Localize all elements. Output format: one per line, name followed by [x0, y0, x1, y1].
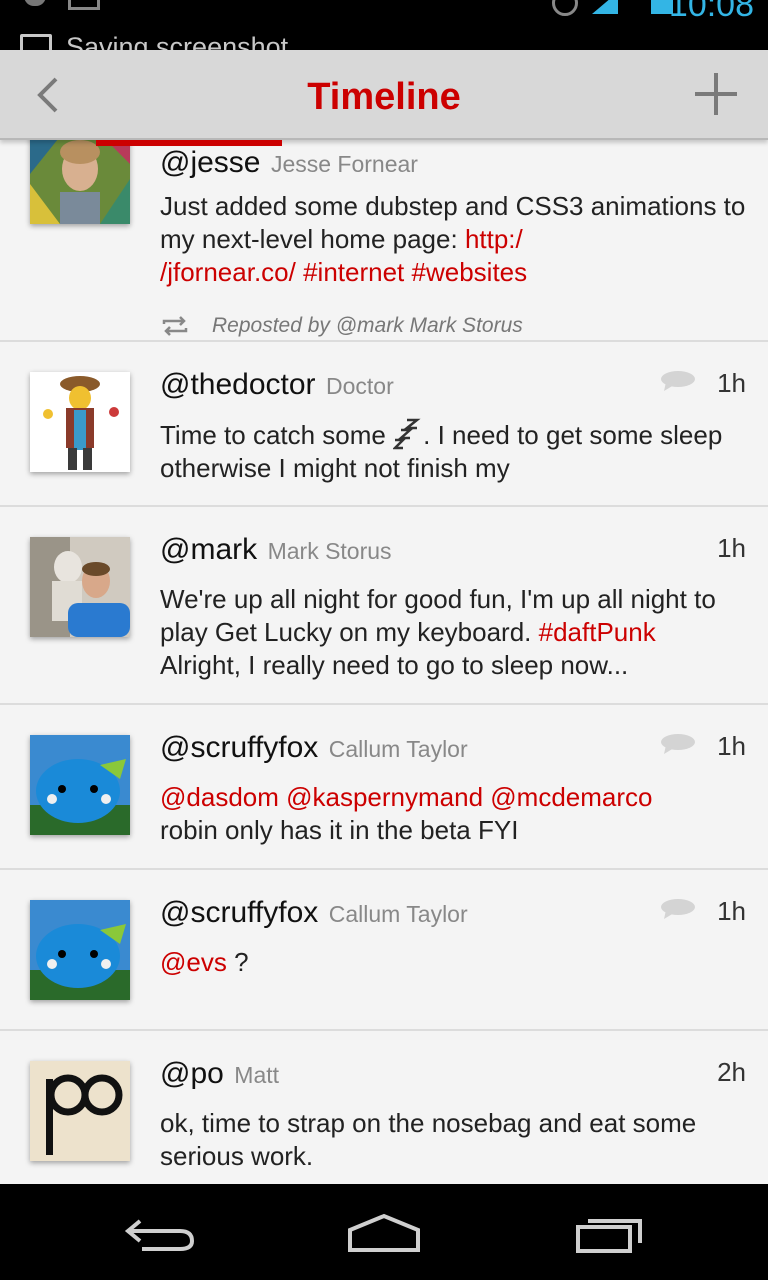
avatar-image-scruffyfox: [30, 735, 130, 835]
avatar[interactable]: [30, 1061, 130, 1161]
avatar[interactable]: [30, 735, 130, 835]
user-line: @jesse Jesse Fornear: [160, 146, 418, 180]
timestamp: 1h: [717, 533, 746, 563]
link-cont[interactable]: /jfornear.co/: [160, 257, 296, 287]
hashtag[interactable]: #daftPunk: [539, 617, 656, 647]
plus-icon: [695, 73, 737, 115]
timeline[interactable]: @jesse Jesse Fornear Just added some dub…: [0, 140, 768, 1184]
timestamp: 1h: [717, 368, 746, 398]
tweet-item[interactable]: @thedoctor Doctor 1h Time to catch some …: [0, 342, 768, 507]
tweet-item[interactable]: @po Matt 2h ok, time to strap on the nos…: [0, 1031, 768, 1184]
tweet-body: ok, time to strap on the nosebag and eat…: [160, 1108, 697, 1171]
avatar-image-mark: [30, 537, 130, 637]
tweet-body: Just added some dubstep and CSS3 animati…: [160, 190, 750, 289]
avatar[interactable]: [30, 140, 130, 224]
status-bar: 10:08 Saving screenshot: [0, 0, 768, 50]
user-line: @scruffyfox Callum Taylor: [160, 896, 468, 930]
tweet-body: Time to catch some . I need to get some …: [160, 418, 750, 485]
nav-home-button[interactable]: [336, 1208, 432, 1258]
display-name: Matt: [234, 1062, 280, 1088]
display-name: Jesse Fornear: [270, 151, 418, 177]
tab-indicator: [96, 140, 282, 146]
avatar[interactable]: [30, 537, 130, 637]
wifi-icon: [24, 0, 46, 6]
timestamp: 2h: [717, 1057, 746, 1087]
body-text: ?: [226, 947, 249, 977]
conversation-icon: [661, 734, 695, 754]
notification: Saving screenshot: [20, 32, 288, 50]
avatar[interactable]: [30, 900, 130, 1000]
handle[interactable]: @mark: [160, 533, 257, 566]
handle[interactable]: @scruffyfox: [160, 731, 318, 764]
screenshot-icon: [20, 33, 52, 50]
display-name: Callum Taylor: [328, 901, 468, 927]
home-icon: [348, 1213, 420, 1252]
tweet-body: We're up all night for good fun, I'm up …: [160, 583, 750, 682]
display-name: Doctor: [326, 373, 394, 399]
repost-text: Reposted by @mark Mark Storus: [212, 314, 523, 337]
conversation-icon: [661, 899, 695, 919]
timestamp: 1h: [717, 731, 746, 761]
action-bar: Timeline: [0, 50, 768, 140]
recent-apps-icon: [576, 1219, 642, 1253]
body-text: Time to catch some: [160, 420, 386, 450]
hashtag[interactable]: #websites: [412, 257, 528, 287]
add-button[interactable]: [688, 66, 744, 122]
conversation-icon: [661, 371, 695, 391]
user-line: @mark Mark Storus: [160, 533, 392, 567]
tweet-item[interactable]: @scruffyfox Callum Taylor 1h @dasdom @ka…: [0, 705, 768, 870]
avatar-image-jesse: [30, 140, 130, 224]
tweet-item[interactable]: @mark Mark Storus 1h We're up all night …: [0, 507, 768, 705]
user-line: @scruffyfox Callum Taylor: [160, 731, 468, 765]
avatar-image-scruffyfox: [30, 900, 130, 1000]
tweet-body: @evs ?: [160, 946, 750, 979]
handle[interactable]: @thedoctor: [160, 368, 316, 401]
handle[interactable]: @scruffyfox: [160, 896, 318, 929]
signal-icon: [592, 0, 618, 14]
page-title: Timeline: [307, 76, 461, 118]
hashtag[interactable]: #internet: [303, 257, 404, 287]
navigation-bar: [0, 1184, 768, 1280]
display-name: Callum Taylor: [328, 736, 468, 762]
body-text: robin only has it in the beta FYI: [160, 815, 519, 845]
repost-icon: [162, 316, 188, 336]
alarm-icon: [552, 0, 578, 16]
timestamp: 1h: [717, 896, 746, 926]
avatar[interactable]: [30, 372, 130, 472]
tweet-body: @dasdom @kaspernymand @mcdemarco robin on…: [160, 781, 750, 847]
nav-recents-button[interactable]: [562, 1208, 658, 1258]
sleep-zzz-icon: [392, 418, 421, 450]
mentions[interactable]: @dasdom @kaspernymand @mcdemarco: [160, 782, 652, 812]
mention[interactable]: @evs: [160, 947, 227, 977]
handle[interactable]: @jesse: [160, 146, 261, 179]
tweet-item[interactable]: @jesse Jesse Fornear Just added some dub…: [0, 140, 768, 342]
repost-line: Reposted by @mark Mark Storus: [160, 314, 523, 338]
back-arrow-icon: [124, 1219, 195, 1251]
user-line: @thedoctor Doctor: [160, 368, 394, 402]
handle[interactable]: @po: [160, 1057, 224, 1090]
avatar-image-po: [30, 1061, 130, 1161]
avatar-image-thedoctor: [30, 372, 130, 472]
display-name: Mark Storus: [267, 538, 392, 564]
link[interactable]: http:/: [465, 224, 523, 254]
notification-text: Saving screenshot: [66, 32, 289, 50]
body-text: Just added some dubstep and CSS3 animati…: [160, 191, 746, 254]
user-line: @po Matt: [160, 1057, 279, 1091]
tweet-item[interactable]: @scruffyfox Callum Taylor 1h @evs ?: [0, 870, 768, 1031]
clock: 10:08: [668, 0, 754, 24]
body-text-cont: Alright, I really need to go to sleep no…: [160, 650, 629, 680]
nav-back-button[interactable]: [112, 1208, 208, 1258]
image-icon: [68, 0, 100, 10]
